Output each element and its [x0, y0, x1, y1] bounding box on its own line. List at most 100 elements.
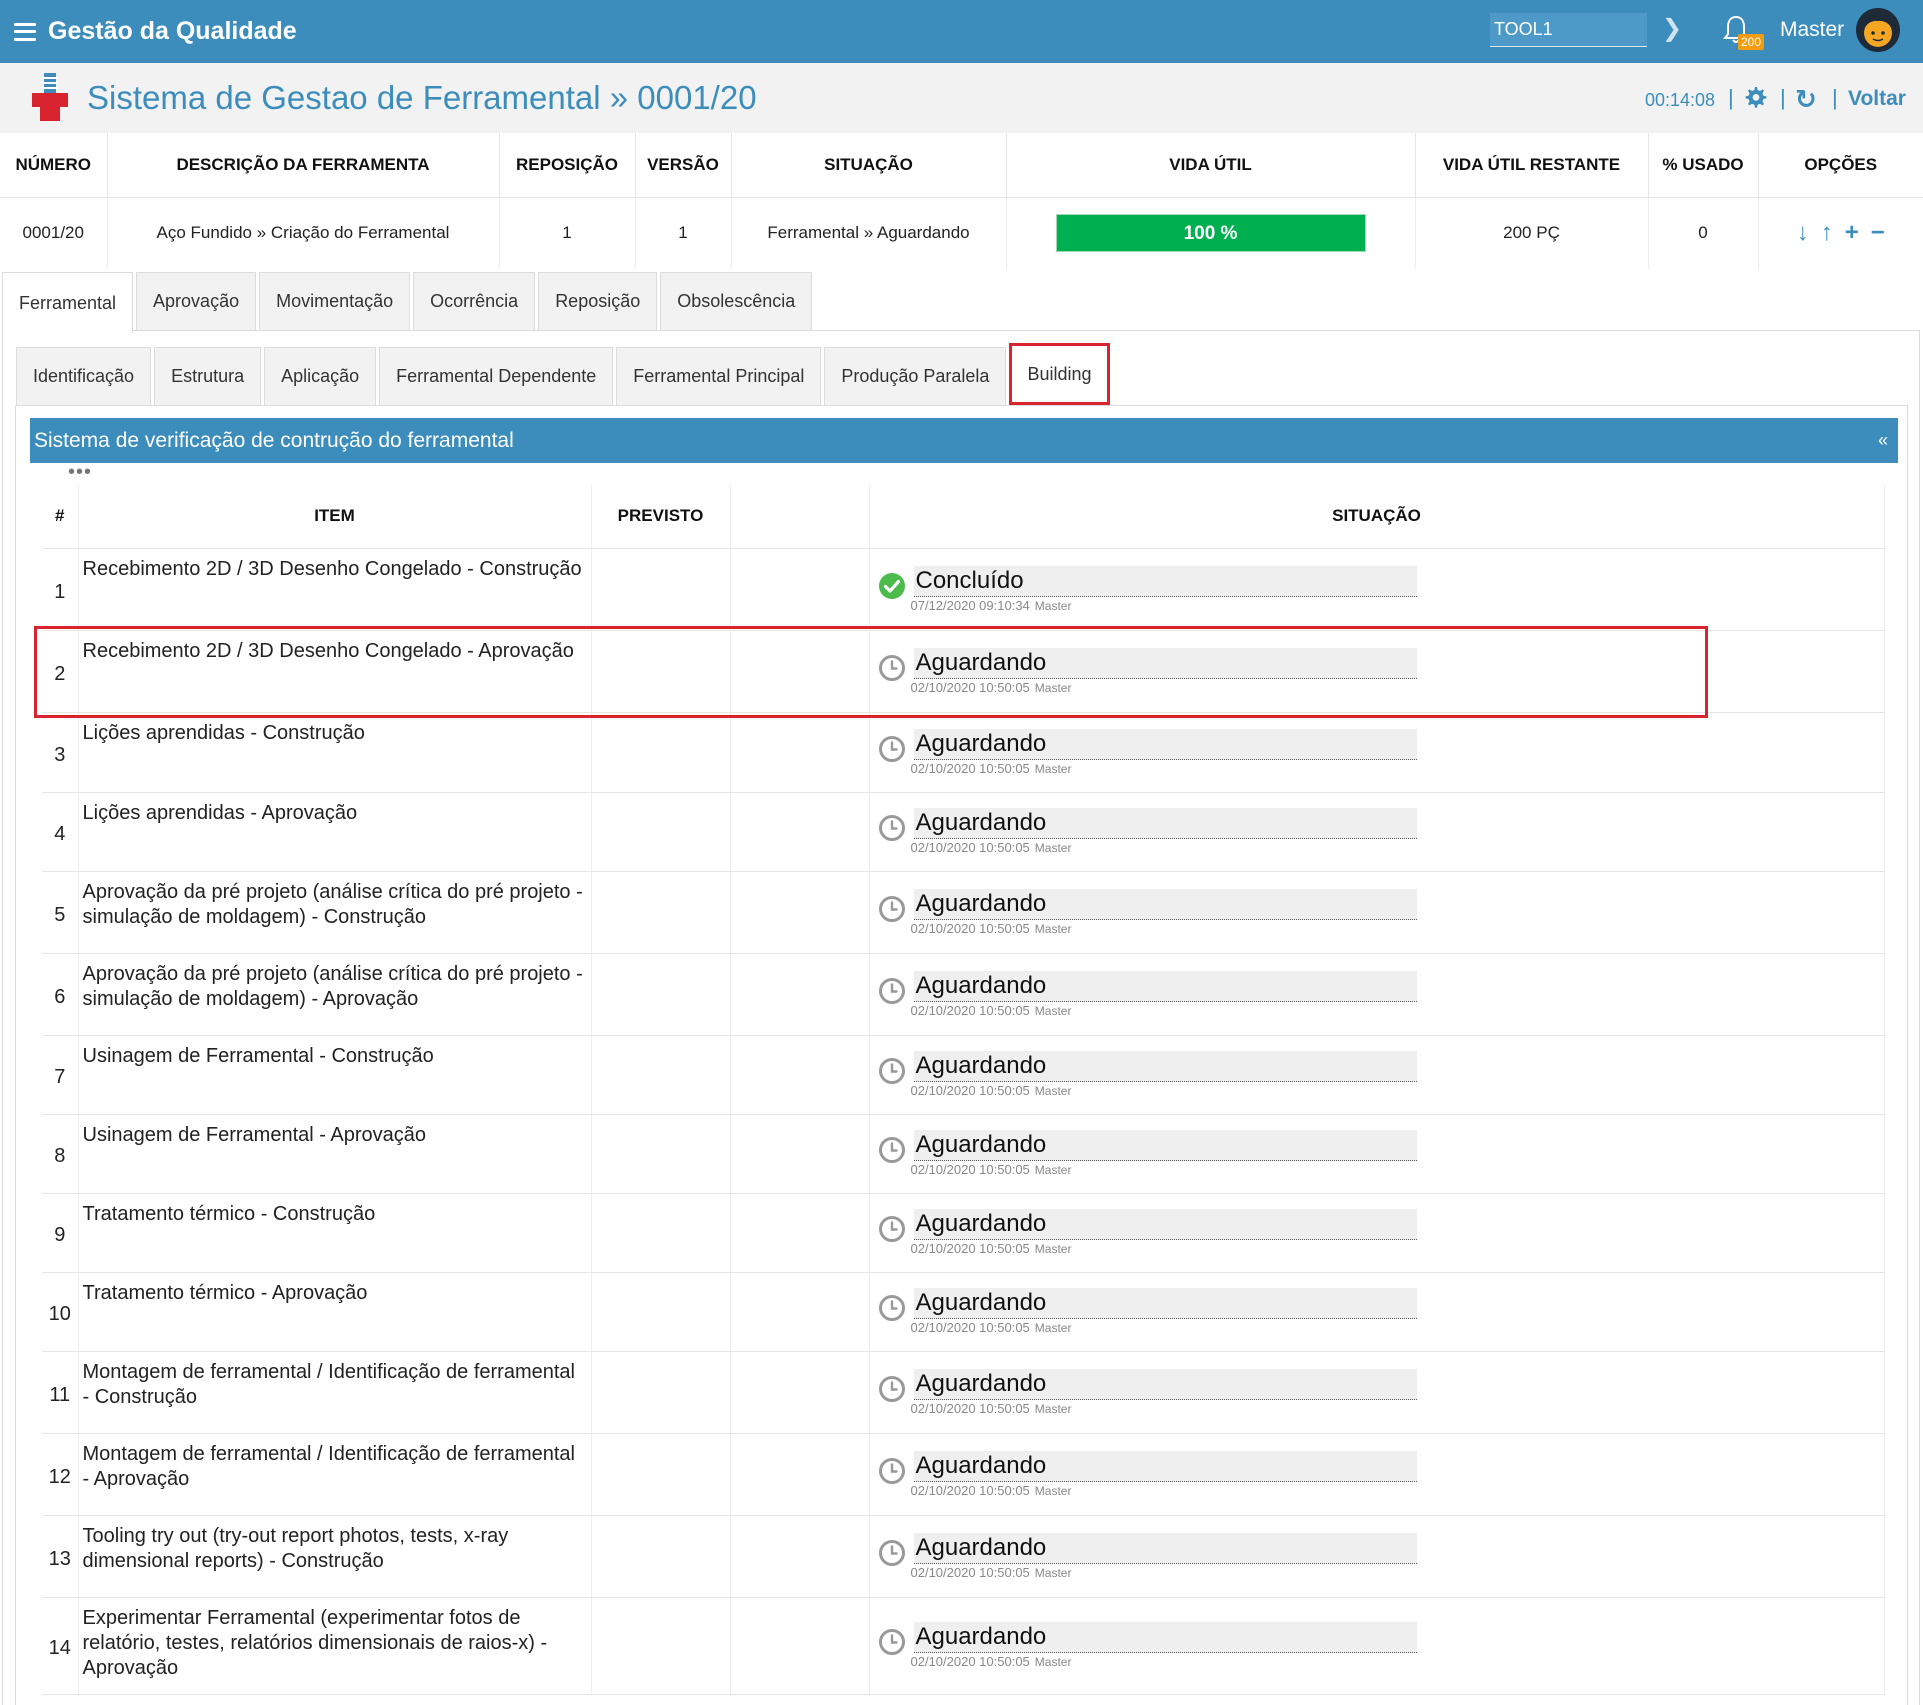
tab-obsolescencia[interactable]: Obsolescência: [660, 272, 813, 330]
row-previsto[interactable]: [591, 1035, 731, 1115]
status-label[interactable]: Aguardando: [913, 1209, 1417, 1240]
status-field[interactable]: Aguardando 02/10/2020 10:50:05 Master: [878, 1368, 1884, 1416]
row-previsto[interactable]: [591, 1114, 731, 1194]
minus-icon[interactable]: −: [1871, 219, 1885, 247]
status-field[interactable]: Aguardando 02/10/2020 10:50:05 Master: [878, 1532, 1884, 1580]
subtab-ferramental-principal[interactable]: Ferramental Principal: [616, 347, 822, 405]
table-row[interactable]: 10 Tratamento térmico - Aprovação Aguardan…: [42, 1272, 1885, 1352]
table-row[interactable]: 3 Lições aprendidas - Construção Aguardand…: [42, 712, 1885, 793]
status-label[interactable]: Aguardando: [913, 647, 1417, 679]
status-field[interactable]: Aguardando 02/10/2020 10:50:05 Master: [878, 647, 1884, 695]
row-previsto[interactable]: [591, 1597, 731, 1695]
row-previsto[interactable]: [591, 1351, 731, 1434]
subtab-estrutura[interactable]: Estrutura: [154, 347, 262, 405]
table-row[interactable]: 2 Recebimento 2D / 3D Desenho Congelado -…: [42, 630, 1885, 713]
status-label[interactable]: Aguardando: [913, 1532, 1417, 1564]
tab-reposicao[interactable]: Reposição: [538, 272, 658, 330]
row-previsto[interactable]: [591, 630, 731, 713]
row-previsto[interactable]: [591, 792, 731, 872]
status-field[interactable]: Aguardando 02/10/2020 10:50:05 Master: [878, 970, 1884, 1018]
collapse-icon[interactable]: «: [1878, 418, 1888, 463]
arrow-up-icon[interactable]: ↑: [1821, 219, 1833, 247]
column-header-item[interactable]: ITEM: [78, 484, 592, 549]
subtab-identificacao[interactable]: Identificação: [16, 347, 152, 405]
status-box: Aguardando 02/10/2020 10:50:05 Master: [911, 1532, 1417, 1580]
table-row[interactable]: 6 Aprovação da pré projeto (análise críti…: [42, 953, 1885, 1036]
table-row[interactable]: 14 Experimentar Ferramental (experimentar…: [42, 1597, 1885, 1695]
tab-aprovacao[interactable]: Aprovação: [136, 272, 257, 330]
status-field[interactable]: Aguardando 02/10/2020 10:50:05 Master: [878, 1130, 1884, 1177]
subtab-producao-paralela[interactable]: Produção Paralela: [824, 347, 1007, 405]
table-row[interactable]: 5 Aprovação da pré projeto (análise críti…: [42, 871, 1885, 954]
user-name[interactable]: Master: [1780, 18, 1844, 42]
summary-row: 0001/20 Aço Fundido » Criação do Ferrame…: [0, 197, 1923, 269]
status-field[interactable]: Aguardando 02/10/2020 10:50:05 Master: [878, 888, 1884, 936]
plus-icon[interactable]: +: [1845, 219, 1859, 247]
status-label[interactable]: Concluído: [913, 565, 1417, 597]
column-chooser-icon[interactable]: •••: [68, 462, 92, 482]
table-row[interactable]: 13 Tooling try out (try-out report photos…: [42, 1515, 1885, 1598]
status-label[interactable]: Aguardando: [913, 970, 1417, 1002]
row-previsto[interactable]: [591, 1193, 731, 1273]
status-label[interactable]: Aguardando: [913, 888, 1417, 920]
row-number: 7: [42, 1035, 79, 1115]
refresh-icon[interactable]: ↻: [1795, 84, 1817, 115]
status-label[interactable]: Aguardando: [913, 728, 1417, 760]
row-blank: [730, 1351, 870, 1434]
row-situacao: Aguardando 02/10/2020 10:50:05 Master: [869, 1114, 1885, 1194]
status-label[interactable]: Aguardando: [913, 1368, 1417, 1400]
table-row[interactable]: 11 Montagem de ferramental / Identificaçã…: [42, 1351, 1885, 1434]
hamburger-menu-icon[interactable]: [14, 22, 36, 41]
section-header: Sistema de verificação de contrução do f…: [30, 418, 1898, 463]
table-row[interactable]: 7 Usinagem de Ferramental - Construção Agu…: [42, 1035, 1885, 1115]
table-row[interactable]: 1 Recebimento 2D / 3D Desenho Congelado -…: [42, 548, 1885, 631]
table-row[interactable]: 4 Lições aprendidas - Aprovação Aguardando…: [42, 792, 1885, 872]
tab-ocorrencia[interactable]: Ocorrência: [413, 272, 536, 330]
clock-icon: [878, 1058, 905, 1084]
row-previsto[interactable]: [591, 871, 731, 954]
row-previsto[interactable]: [591, 1272, 731, 1352]
row-previsto[interactable]: [591, 712, 731, 793]
tab-ferramental[interactable]: Ferramental: [2, 272, 134, 333]
status-field[interactable]: Aguardando 02/10/2020 10:50:05 Master: [878, 1288, 1884, 1335]
subtab-building[interactable]: Building: [1009, 343, 1110, 405]
back-link[interactable]: Voltar: [1848, 87, 1906, 111]
arrow-down-icon[interactable]: ↓: [1797, 219, 1809, 247]
row-previsto[interactable]: [591, 548, 731, 631]
tab-movimentacao[interactable]: Movimentação: [259, 272, 411, 330]
page-title: Sistema de Gestao de Ferramental » 0001/…: [87, 79, 757, 116]
subtab-aplicacao[interactable]: Aplicação: [264, 347, 377, 405]
avatar[interactable]: [1856, 8, 1900, 52]
status-user: Master: [1034, 1401, 1072, 1416]
status-label[interactable]: Aguardando: [913, 1288, 1417, 1319]
status-label[interactable]: Aguardando: [913, 808, 1417, 839]
table-row[interactable]: 9 Tratamento térmico - Construção Aguardan…: [42, 1193, 1885, 1273]
column-header-situacao[interactable]: SITUAÇÃO: [869, 484, 1885, 549]
row-previsto[interactable]: [591, 1433, 731, 1516]
row-item: Tratamento térmico - Construção: [78, 1193, 592, 1273]
status-date: 02/10/2020 10:50:05: [910, 1400, 1030, 1416]
status-field[interactable]: Aguardando 02/10/2020 10:50:05 Master: [878, 728, 1884, 776]
status-label[interactable]: Aguardando: [913, 1622, 1417, 1653]
column-header-previsto[interactable]: PREVISTO: [591, 484, 731, 549]
status-meta: 02/10/2020 10:50:05 Master: [911, 1241, 1417, 1256]
status-label[interactable]: Aguardando: [913, 1051, 1417, 1082]
table-row[interactable]: 12 Montagem de ferramental / Identificaçã…: [42, 1433, 1885, 1516]
status-label[interactable]: Aguardando: [913, 1450, 1417, 1482]
status-field[interactable]: Aguardando 02/10/2020 10:50:05 Master: [878, 808, 1884, 855]
row-situacao: Aguardando 02/10/2020 10:50:05 Master: [869, 871, 1885, 954]
status-date: 02/10/2020 10:50:05: [910, 1241, 1030, 1256]
tool-search-input[interactable]: [1490, 13, 1647, 47]
status-label[interactable]: Aguardando: [913, 1130, 1417, 1161]
status-field[interactable]: Aguardando 02/10/2020 10:50:05 Master: [878, 1622, 1884, 1669]
row-previsto[interactable]: [591, 1515, 731, 1598]
status-field[interactable]: Aguardando 02/10/2020 10:50:05 Master: [878, 1209, 1884, 1256]
status-field[interactable]: Aguardando 02/10/2020 10:50:05 Master: [878, 1450, 1884, 1498]
status-field[interactable]: Aguardando 02/10/2020 10:50:05 Master: [878, 1051, 1884, 1098]
chevron-right-icon[interactable]: ❯: [1662, 14, 1682, 43]
table-row[interactable]: 8 Usinagem de Ferramental - Aprovação Agua…: [42, 1114, 1885, 1194]
status-field[interactable]: Concluído 07/12/2020 09:10:34 Master: [878, 565, 1884, 613]
gear-icon[interactable]: [1743, 85, 1767, 109]
subtab-ferramental-dependente[interactable]: Ferramental Dependente: [379, 347, 614, 405]
row-previsto[interactable]: [591, 953, 731, 1036]
